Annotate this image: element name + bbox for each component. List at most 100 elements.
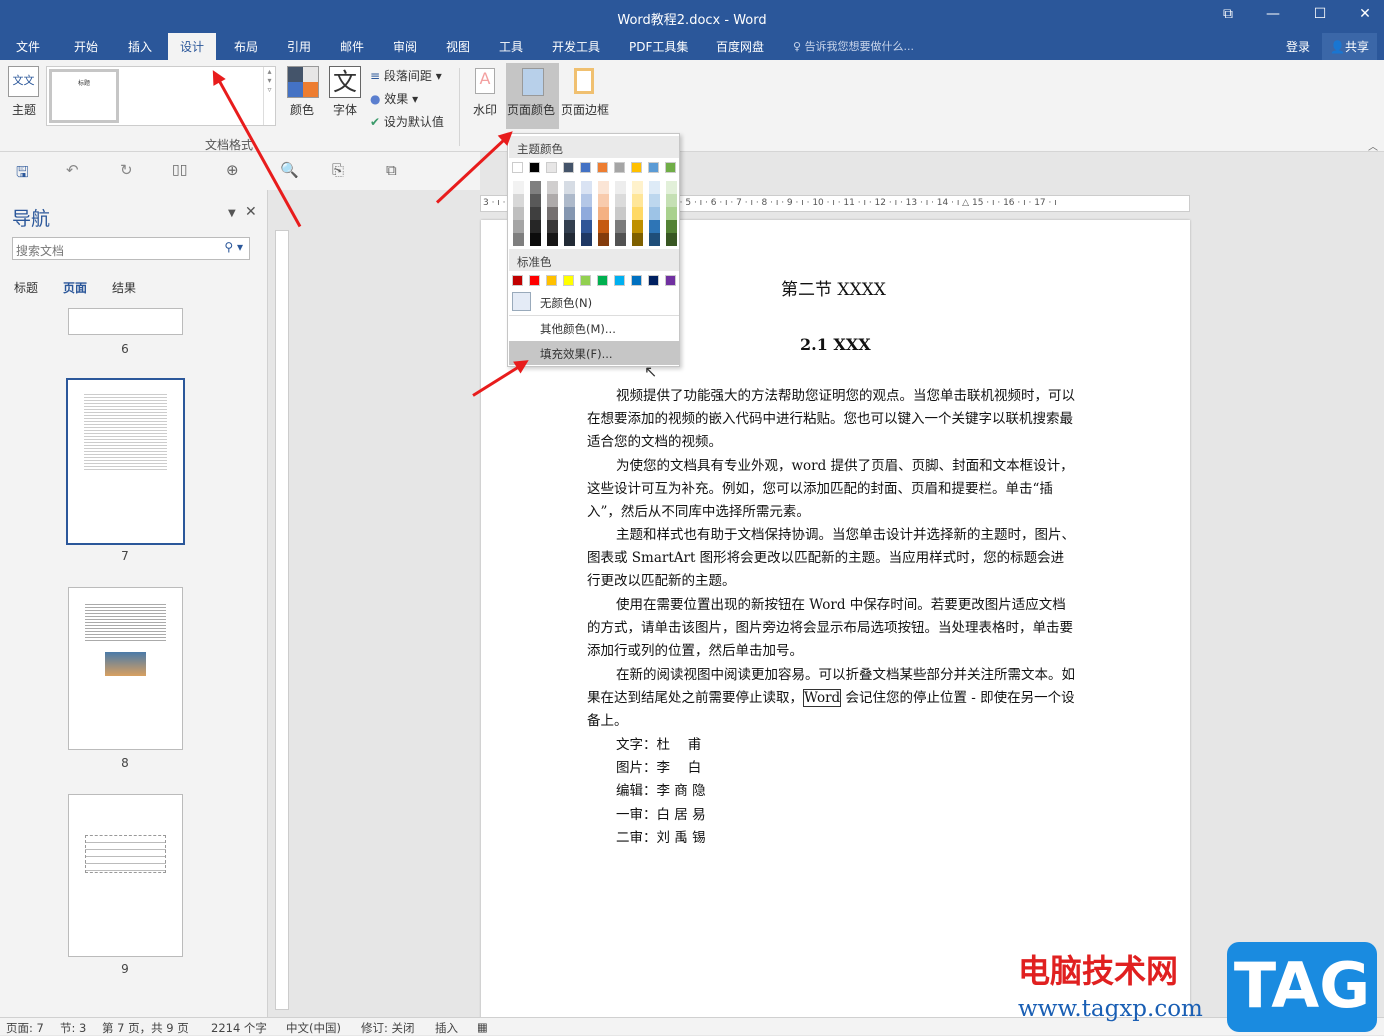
save-icon[interactable]: 🖫 [16, 162, 29, 187]
style-thumbnail[interactable]: 标题 [49, 69, 119, 123]
more-colors-item[interactable]: 其他颜色(M)... [509, 316, 679, 340]
set-default-button[interactable]: ✔ 设为默认值 [370, 113, 444, 130]
theme-color-swatch[interactable] [546, 162, 557, 173]
undo-icon[interactable]: ↶ [66, 161, 79, 179]
theme-shade-swatch[interactable] [598, 194, 609, 207]
theme-color-swatch[interactable] [648, 162, 659, 173]
theme-color-swatch[interactable] [563, 162, 574, 173]
colors-button[interactable]: 颜色 [290, 101, 314, 118]
theme-shade-swatch[interactable] [615, 194, 626, 207]
status-page[interactable]: 页面: 7 [6, 1020, 44, 1036]
theme-shade-swatch[interactable] [564, 194, 575, 207]
ribbon-display-button[interactable]: ⧉ [1213, 6, 1243, 22]
nav-options-icon[interactable]: ▼ [228, 208, 236, 219]
screenshot-icon[interactable]: ⧉ [386, 161, 397, 179]
redo-icon[interactable]: ↻ [120, 161, 133, 179]
standard-color-swatch[interactable] [512, 275, 523, 286]
theme-shade-swatch[interactable] [632, 194, 643, 207]
theme-shade-swatch[interactable] [564, 181, 575, 194]
nav-tab-results[interactable]: 结果 [112, 279, 136, 296]
nav-close-icon[interactable]: ✕ [245, 204, 257, 220]
theme-shade-swatch[interactable] [513, 207, 524, 220]
theme-shade-swatch[interactable] [513, 194, 524, 207]
theme-shade-swatch[interactable] [530, 220, 541, 233]
page-thumbnail-7[interactable] [66, 378, 185, 545]
theme-shade-swatch[interactable] [581, 207, 592, 220]
theme-shade-swatch[interactable] [615, 207, 626, 220]
theme-shade-swatch[interactable] [564, 207, 575, 220]
search-document-input[interactable]: 搜索文档 ⚲ ▾ [12, 237, 250, 260]
theme-shade-swatch[interactable] [547, 194, 558, 207]
theme-shade-swatch[interactable] [632, 233, 643, 246]
theme-color-swatch[interactable] [580, 162, 591, 173]
theme-shade-swatch[interactable] [649, 207, 660, 220]
theme-shade-swatch[interactable] [598, 233, 609, 246]
login-link[interactable]: 登录 [1286, 38, 1310, 55]
theme-shade-swatch[interactable] [666, 220, 677, 233]
theme-color-swatch[interactable] [614, 162, 625, 173]
collapse-ribbon-icon[interactable]: ︿ [1368, 138, 1378, 153]
tab-tools[interactable]: 工具 [499, 38, 523, 55]
tab-insert[interactable]: 插入 [128, 38, 152, 55]
status-page-of[interactable]: 第 7 页，共 9 页 [102, 1020, 189, 1036]
tab-home[interactable]: 开始 [74, 38, 98, 55]
tab-developer[interactable]: 开发工具 [552, 38, 600, 55]
tab-pdf-tools[interactable]: PDF工具集 [629, 38, 688, 55]
theme-shade-swatch[interactable] [598, 181, 609, 194]
theme-shade-swatch[interactable] [581, 220, 592, 233]
web-layout-icon[interactable]: ⊕ [226, 161, 239, 179]
theme-shade-swatch[interactable] [649, 181, 660, 194]
status-section[interactable]: 节: 3 [60, 1020, 86, 1036]
close-button[interactable]: ✕ [1350, 6, 1380, 22]
theme-color-swatch[interactable] [529, 162, 540, 173]
standard-color-swatch[interactable] [563, 275, 574, 286]
standard-color-swatch[interactable] [546, 275, 557, 286]
theme-shade-swatch[interactable] [530, 194, 541, 207]
theme-shade-swatch[interactable] [649, 220, 660, 233]
minimize-button[interactable]: — [1258, 6, 1288, 22]
nav-tab-headings[interactable]: 标题 [14, 279, 38, 296]
standard-color-swatch[interactable] [580, 275, 591, 286]
page-color-button[interactable]: 页面颜色 [506, 63, 559, 129]
vertical-ruler[interactable] [272, 190, 292, 1017]
tab-design[interactable]: 设计 [168, 33, 217, 60]
theme-shade-swatch[interactable] [547, 220, 558, 233]
maximize-button[interactable]: ☐ [1305, 6, 1335, 22]
standard-color-swatch[interactable] [665, 275, 676, 286]
status-word-count[interactable]: 2214 个字 [211, 1020, 267, 1036]
theme-shade-swatch[interactable] [530, 233, 541, 246]
effects-button[interactable]: ● 效果 ▾ [370, 90, 418, 107]
themes-button[interactable]: 主题 [12, 101, 36, 118]
theme-shade-swatch[interactable] [666, 181, 677, 194]
gallery-scroll[interactable]: ▴ ▾ ▿ [263, 67, 275, 125]
theme-shade-swatch[interactable] [513, 181, 524, 194]
print-preview-icon[interactable]: 🔍 [280, 161, 299, 179]
theme-shade-swatch[interactable] [615, 233, 626, 246]
status-track-changes[interactable]: 修订: 关闭 [361, 1020, 415, 1036]
status-language[interactable]: 中文(中国) [286, 1020, 341, 1036]
theme-shade-swatch[interactable] [649, 194, 660, 207]
theme-shade-swatch[interactable] [666, 207, 677, 220]
theme-color-swatch[interactable] [665, 162, 676, 173]
attach-icon[interactable]: ⎘ [332, 161, 344, 179]
macro-icon[interactable]: ▦ [477, 1020, 488, 1034]
status-insert-mode[interactable]: 插入 [435, 1020, 458, 1036]
fonts-button[interactable]: 字体 [333, 101, 357, 118]
theme-shade-swatch[interactable] [615, 220, 626, 233]
nav-tab-pages[interactable]: 页面 [63, 279, 87, 296]
page-thumbnail-6[interactable] [68, 308, 183, 335]
page-thumbnail-8[interactable] [68, 587, 183, 750]
theme-color-swatch[interactable] [512, 162, 523, 173]
page-border-button[interactable]: 页面边框 [561, 101, 609, 118]
read-mode-icon[interactable]: ▯▯ [172, 162, 187, 178]
tell-me-search[interactable]: ♀ 告诉我您想要做什么... [793, 38, 914, 54]
theme-shade-swatch[interactable] [598, 207, 609, 220]
theme-shade-swatch[interactable] [564, 233, 575, 246]
paragraph-spacing-button[interactable]: ≡ 段落间距 ▾ [370, 67, 442, 84]
theme-shade-swatch[interactable] [632, 181, 643, 194]
theme-shade-swatch[interactable] [581, 181, 592, 194]
tab-baidu-netdisk[interactable]: 百度网盘 [716, 38, 764, 55]
tab-mailings[interactable]: 邮件 [340, 38, 364, 55]
theme-shade-swatch[interactable] [513, 220, 524, 233]
tab-view[interactable]: 视图 [446, 38, 470, 55]
